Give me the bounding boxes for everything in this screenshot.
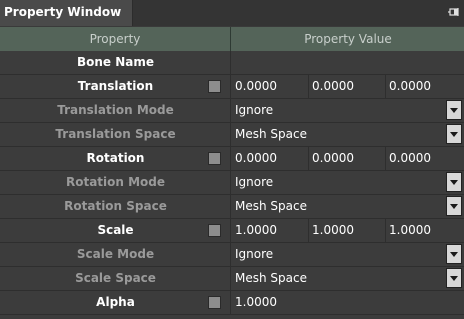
row-translation-mode: Translation Mode Ignore [0,99,464,123]
property-cell: Translation [0,75,231,98]
scale-x-field[interactable]: 1.0000 [232,219,309,242]
rotation-space-select[interactable]: Mesh Space [232,195,464,218]
property-label: Translation [77,79,154,93]
property-label: Bone Name [76,55,155,69]
property-cell: Rotation Space [0,195,231,218]
property-label: Translation Space [55,127,176,141]
row-rotation-mode: Rotation Mode Ignore [0,171,464,195]
row-rotation: Rotation 0.0000 0.0000 0.0000 [0,147,464,171]
property-cell: Bone Name [0,51,231,74]
rotation-checkbox[interactable] [208,152,221,165]
alpha-field[interactable]: 1.0000 [232,291,464,314]
select-value: Ignore [235,103,274,117]
select-value: Mesh Space [235,271,307,285]
title-bar: Property Window [0,0,464,26]
scale-checkbox[interactable] [208,224,221,237]
row-scale-space: Scale Space Mesh Space [0,267,464,291]
row-alpha: Alpha 1.0000 [0,291,464,315]
rotation-x-field[interactable]: 0.0000 [232,147,309,170]
property-label: Translation Mode [57,103,174,117]
translation-y-field[interactable]: 0.0000 [309,75,386,98]
property-table: Property Property Value Bone Name Transl… [0,27,464,319]
scale-z-field[interactable]: 1.0000 [386,219,464,242]
scale-mode-select[interactable]: Ignore [232,243,464,266]
property-label: Rotation Mode [65,175,166,189]
translation-space-select[interactable]: Mesh Space [232,123,464,146]
property-cell: Scale [0,219,231,242]
select-value: Mesh Space [235,199,307,213]
scale-y-field[interactable]: 1.0000 [309,219,386,242]
property-label: Scale [97,223,134,237]
property-cell: Translation Mode [0,99,231,122]
property-label: Scale Space [75,271,156,285]
table-header: Property Property Value [0,27,464,51]
row-translation-space: Translation Space Mesh Space [0,123,464,147]
property-label: Rotation Space [64,199,167,213]
chevron-down-icon[interactable] [446,268,462,288]
property-cell: Scale Space [0,267,231,290]
pin-icon[interactable] [448,7,460,19]
chevron-down-icon[interactable] [446,100,462,120]
row-scale-mode: Scale Mode Ignore [0,243,464,267]
chevron-down-icon[interactable] [446,196,462,216]
column-header-property: Property [0,27,231,51]
property-label: Rotation [86,151,145,165]
property-cell: Alpha [0,291,231,314]
translation-checkbox[interactable] [208,80,221,93]
property-cell: Scale Mode [0,243,231,266]
rotation-z-field[interactable]: 0.0000 [386,147,464,170]
row-scale: Scale 1.0000 1.0000 1.0000 [0,219,464,243]
rotation-y-field[interactable]: 0.0000 [309,147,386,170]
property-cell: Translation Space [0,123,231,146]
property-label: Scale Mode [76,247,155,261]
scale-space-select[interactable]: Mesh Space [232,267,464,290]
bone-name-value[interactable] [232,51,464,74]
chevron-down-icon[interactable] [446,244,462,264]
alpha-checkbox[interactable] [208,296,221,309]
property-label: Alpha [96,295,135,309]
translation-x-field[interactable]: 0.0000 [232,75,309,98]
window-title: Property Window [4,5,122,19]
rotation-mode-select[interactable]: Ignore [232,171,464,194]
chevron-down-icon[interactable] [446,172,462,192]
chevron-down-icon[interactable] [446,124,462,144]
row-bone-name: Bone Name [0,51,464,75]
tab-property-window[interactable]: Property Window [0,0,133,26]
select-value: Ignore [235,247,274,261]
translation-z-field[interactable]: 0.0000 [386,75,464,98]
property-cell: Rotation Mode [0,171,231,194]
translation-mode-select[interactable]: Ignore [232,99,464,122]
select-value: Mesh Space [235,127,307,141]
column-header-value: Property Value [304,32,392,46]
row-translation: Translation 0.0000 0.0000 0.0000 [0,75,464,99]
select-value: Ignore [235,175,274,189]
property-cell: Rotation [0,147,231,170]
row-rotation-space: Rotation Space Mesh Space [0,195,464,219]
